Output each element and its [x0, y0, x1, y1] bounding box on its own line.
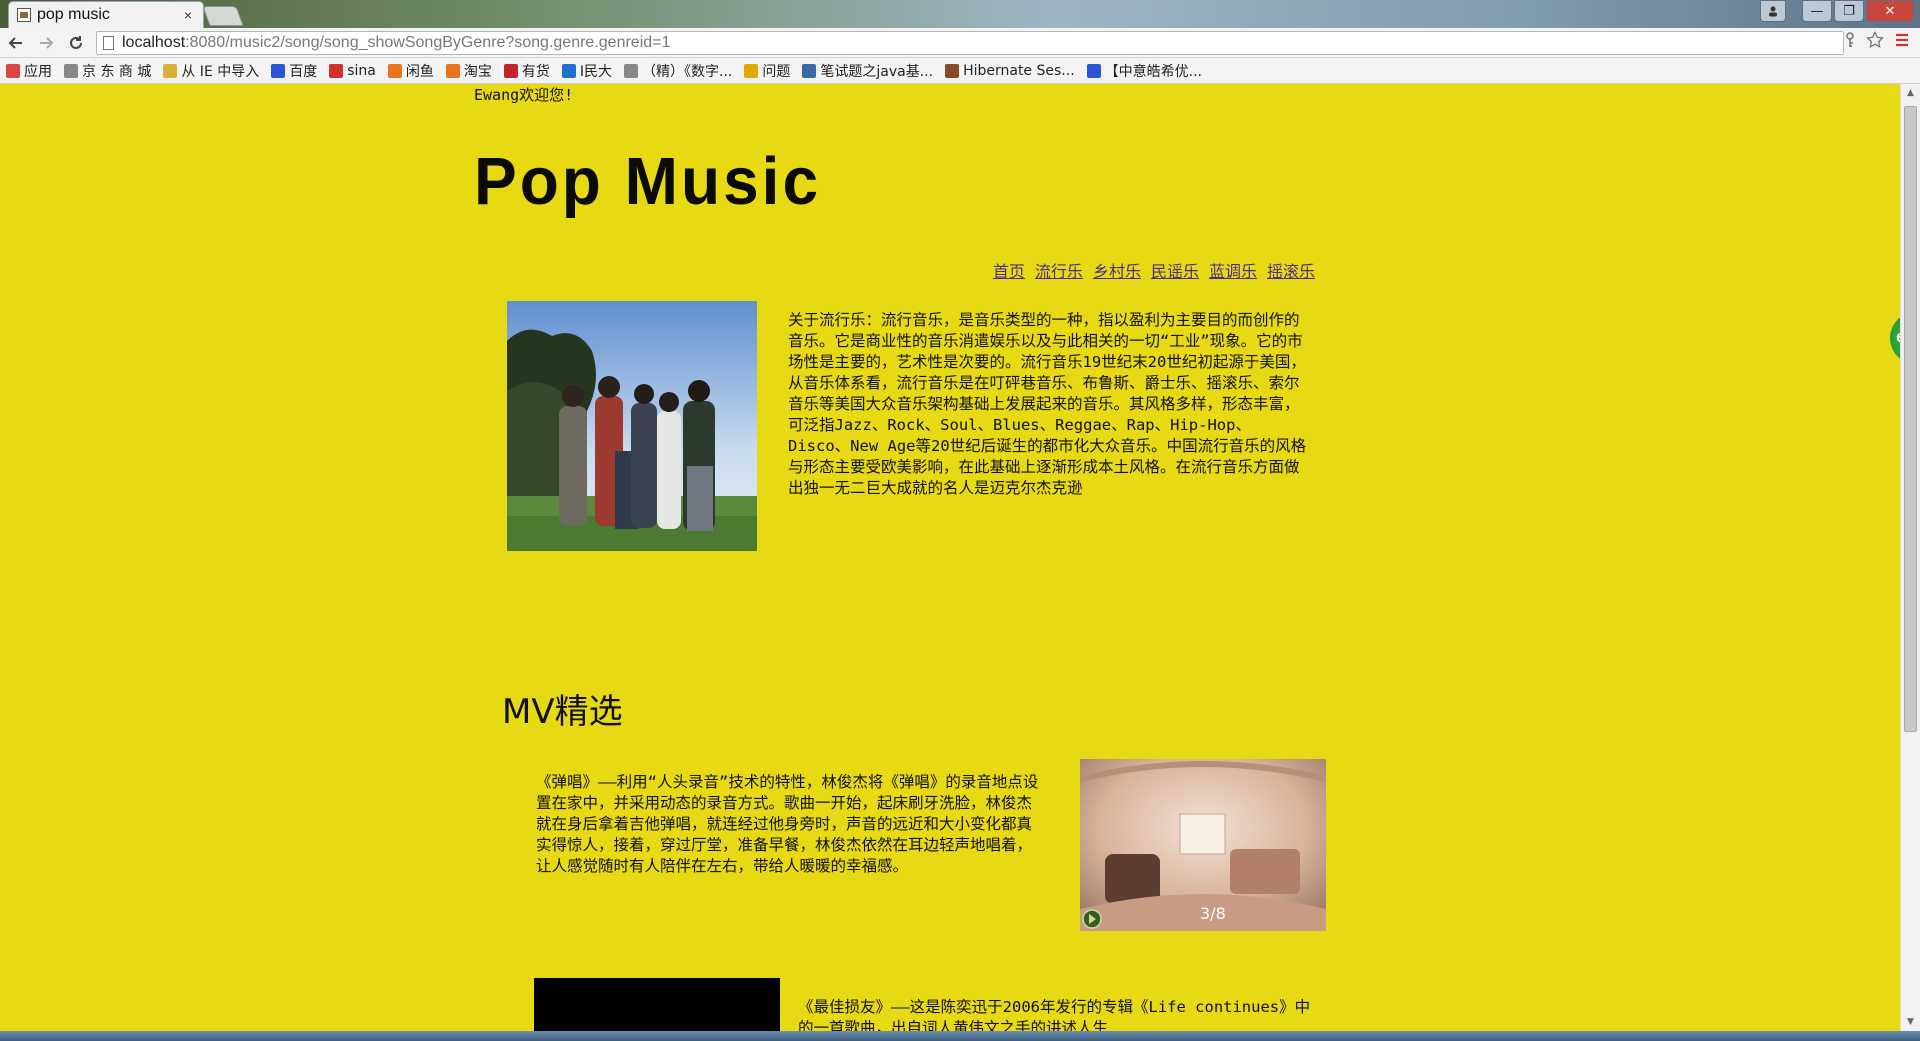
- bookmark-item[interactable]: 淘宝: [445, 61, 492, 81]
- url-host: localhost: [122, 34, 186, 51]
- bookmarks-bar: 应用 京 东 商 城 从 IE 中导入 百度 sina 闲鱼 淘宝 有货 I民大 （精）《数字..…: [0, 58, 1920, 84]
- bookmark-label: sina: [347, 62, 376, 79]
- bookmark-label: 闲鱼: [405, 63, 434, 80]
- info-icon: [561, 63, 576, 78]
- key-icon[interactable]: [1844, 32, 1856, 53]
- bookmark-item[interactable]: 闲鱼: [387, 61, 434, 81]
- apps-grid-icon: [6, 63, 20, 78]
- site-title: Pop Music: [474, 143, 822, 219]
- scroll-up-icon[interactable]: ▲: [1901, 84, 1920, 102]
- yoho-icon: [503, 63, 518, 78]
- page-scrollbar[interactable]: ▲ ▼: [1900, 84, 1920, 1031]
- bookmark-item[interactable]: 问题: [744, 61, 790, 81]
- minimize-button[interactable]: —: [1802, 0, 1832, 22]
- window-controls: — ❐ ✕: [1760, 0, 1914, 22]
- url-path: :8080/music2/song/song_showSongByGenre?s…: [185, 34, 671, 51]
- page-content: Ewang欢迎您! Pop Music 首页 流行乐 乡村乐 民谣乐 蓝调乐 摇…: [0, 84, 1900, 1031]
- nav-link-rock[interactable]: 摇滚乐: [1267, 258, 1315, 282]
- bookmark-item[interactable]: 笔试题之java基...: [802, 61, 933, 81]
- nav-link-blues[interactable]: 蓝调乐: [1209, 258, 1257, 282]
- bookmark-label: 问题: [762, 63, 791, 80]
- bookmark-label: 有货: [521, 63, 550, 80]
- bookmark-item[interactable]: 京 东 商 城: [64, 61, 151, 81]
- genre-intro-text: 关于流行乐：流行音乐，是音乐类型的一种，指以盈利为主要目的而创作的音乐。它是商业…: [788, 311, 1307, 497]
- bookmark-item[interactable]: 从 IE 中导入: [163, 61, 259, 81]
- forward-button[interactable]: [32, 29, 60, 57]
- bookmark-label: Hibernate Ses...: [963, 62, 1075, 79]
- scroll-down-icon[interactable]: ▼: [1901, 1013, 1920, 1031]
- maximize-button[interactable]: ❐: [1834, 0, 1864, 22]
- baidu-icon: [271, 63, 286, 78]
- new-tab-button[interactable]: [202, 6, 244, 26]
- browser-tab[interactable]: pop music ×: [8, 1, 204, 28]
- taobao-icon: [445, 63, 460, 78]
- bookmark-item[interactable]: 应用: [6, 61, 52, 81]
- tab-title: pop music: [37, 6, 110, 23]
- svg-text:3/8: 3/8: [1200, 904, 1226, 923]
- book-icon: [624, 63, 639, 78]
- nav-link-folk[interactable]: 民谣乐: [1151, 258, 1199, 282]
- band-photo: [507, 301, 757, 551]
- nav-link-home[interactable]: 首页: [993, 258, 1025, 282]
- bookmark-label: 百度: [289, 63, 318, 80]
- bookmark-item[interactable]: sina: [329, 63, 376, 79]
- xianyu-icon: [387, 63, 402, 78]
- address-bar[interactable]: localhost:8080/music2/song/song_showSong…: [96, 31, 1844, 55]
- puzzle-icon: [802, 63, 817, 78]
- bookmark-item[interactable]: 有货: [503, 61, 550, 81]
- tab-close-icon[interactable]: ×: [181, 7, 195, 23]
- tab-favicon-icon: [17, 8, 31, 22]
- paw-icon: [1086, 63, 1101, 78]
- bookmark-item[interactable]: Hibernate Ses...: [945, 63, 1075, 79]
- bookmark-item[interactable]: 百度: [271, 61, 317, 81]
- browser-toolbar: localhost:8080/music2/song/song_showSong…: [0, 28, 1920, 58]
- bookmark-item[interactable]: I民大: [561, 61, 613, 81]
- bookmark-label: 应用: [24, 63, 52, 80]
- bookmark-label: 从 IE 中导入: [181, 63, 260, 80]
- os-taskbar: [0, 1031, 1920, 1041]
- bookmark-label: 京 东 商 城: [82, 63, 152, 80]
- bookmark-item[interactable]: （精）《数字...: [624, 61, 732, 81]
- menu-icon[interactable]: [1894, 32, 1910, 53]
- bookmark-label: 淘宝: [463, 63, 492, 80]
- mv-thumbnail[interactable]: 3/8: [1080, 759, 1326, 931]
- page-icon: [64, 63, 78, 78]
- back-button[interactable]: [2, 29, 30, 57]
- nav-link-pop[interactable]: 流行乐: [1035, 258, 1083, 282]
- reload-button[interactable]: [62, 29, 90, 57]
- nav-link-country[interactable]: 乡村乐: [1093, 258, 1141, 282]
- question-icon: [744, 63, 759, 78]
- mv-thumbnail[interactable]: [534, 978, 780, 1031]
- folder-icon: [163, 63, 178, 78]
- bookmark-star-icon[interactable]: [1866, 30, 1884, 54]
- welcome-message: Ewang欢迎您!: [474, 86, 574, 104]
- window-titlebar: pop music × — ❐ ✕: [0, 0, 1920, 28]
- genre-nav: 首页 流行乐 乡村乐 民谣乐 蓝调乐 摇滚乐: [993, 258, 1315, 282]
- bookmark-label: I民大: [579, 63, 613, 80]
- bookmark-item[interactable]: 【中意皓希优...: [1086, 61, 1202, 81]
- toolbar-actions: [1844, 30, 1910, 54]
- page-icon: [103, 36, 114, 50]
- mv-description: 《弹唱》——利用“人头录音”技术的特性，林俊杰将《弹唱》的录音地点设置在家中，并…: [536, 773, 1039, 875]
- mv-section-title: MV精选: [502, 692, 623, 732]
- bookmark-label: （精）《数字...: [642, 63, 733, 80]
- bookmark-label: 笔试题之java基...: [820, 63, 934, 80]
- bookmark-label: 【中意皓希优...: [1104, 63, 1202, 80]
- scrollbar-thumb[interactable]: [1904, 106, 1917, 732]
- user-profile-icon[interactable]: [1760, 0, 1786, 22]
- weibo-icon: [329, 63, 344, 78]
- close-window-button[interactable]: ✕: [1866, 0, 1914, 22]
- mv-description: 《最佳损友》——这是陈奕迅于2006年发行的专辑《Life continues》…: [798, 998, 1311, 1031]
- hibernate-icon: [945, 63, 960, 78]
